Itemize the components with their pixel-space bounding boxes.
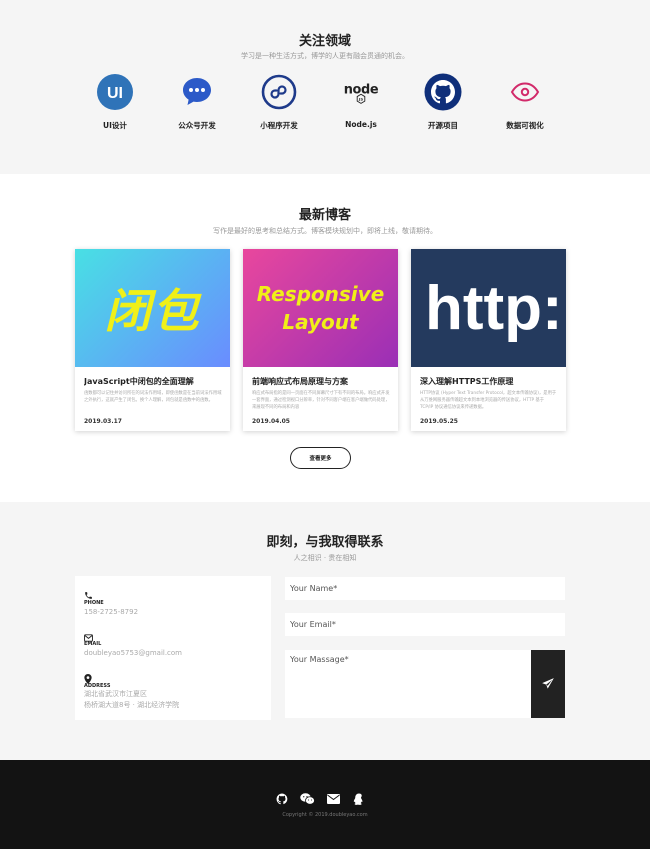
email-label: EMAIL [84,641,102,647]
focus-label: 数据可视化 [506,121,544,130]
blog-card-title[interactable]: 深入理解HTTPS工作原理 [420,376,560,387]
contact-subtitle: 人之相识 · 贵在相知 [293,554,357,562]
node-logo-text: node [344,83,379,98]
send-button[interactable] [531,650,565,718]
blog-card-date: 2019.03.17 [84,418,122,425]
footer [0,760,650,849]
responsive-image-text: Responsive [256,282,385,306]
contact-info-card: PHONE 158-2725-8792 EMAIL doubleyao5753@… [75,576,271,720]
focus-item-nodejs[interactable]: node JS Node.js [321,73,401,129]
name-input[interactable] [285,577,565,600]
focus-item-opensource[interactable]: 开源项目 [403,73,483,131]
mail-icon[interactable] [326,792,340,806]
eye-icon [506,73,544,111]
qq-icon[interactable] [352,792,366,806]
blog-subtitle: 写作是最好的思考和总结方式。博客模块规划中，即将上线，敬请期待。 [213,227,437,235]
focus-label: Node.js [345,120,377,129]
focus-label: 公众号开发 [178,121,216,130]
blog-card-image: http: [411,249,566,367]
blog-card-title[interactable]: 前端响应式布局原理与方案 [252,376,392,387]
blog-title: 最新博客 [298,208,351,223]
contact-title: 即刻，与我取得联系 [266,535,384,550]
chat-bubble-icon [178,73,216,111]
focus-item-dataviz[interactable]: 数据可视化 [485,73,565,131]
ui-icon-text: UI [107,85,123,102]
location-pin-icon [84,669,93,684]
http-image-text: http: [425,273,563,343]
blog-card-excerpt: HTTP协议 (Hyper Text Transfer Protocol，超文本… [420,391,557,410]
blog-card-excerpt: 函数都可以记住并访问所在的词法作用域，即使函数是在当前词法作用域之外执行，这就产… [84,391,222,403]
phone-value: 158-2725-8792 [84,608,139,616]
email-input[interactable] [285,613,565,636]
copyright-text: Copyright © 2019.doubleyao.com [282,812,368,818]
github-icon [424,73,462,111]
message-textarea[interactable] [285,650,531,718]
blog-card-date: 2019.04.05 [252,418,290,425]
mail-icon [84,627,93,642]
blog-card[interactable]: Responsive Layout 前端响应式布局原理与方案 响应式布局指的是同… [243,249,398,431]
layout-image-text: Layout [282,310,359,334]
address-line-1: 湖北省武汉市江夏区 [84,690,147,698]
email-value: doubleyao5753@gmail.com [84,649,183,657]
ui-design-icon: UI [96,73,134,111]
address-line-2: 杨桥湖大道8号 · 湖北经济学院 [84,701,180,709]
nodejs-logo-icon: node JS [342,73,380,111]
paper-plane-icon [542,678,554,689]
focus-subtitle: 学习是一种生活方式，博学的人更有融会贯通的机会。 [241,52,409,60]
github-icon[interactable] [275,792,289,806]
blog-card-title[interactable]: JavaScript中闭包的全面理解 [84,376,224,387]
phone-icon [84,585,93,599]
focus-item-ui[interactable]: UI UI设计 [75,73,155,131]
focus-label: UI设计 [103,121,127,130]
wechat-icon[interactable] [299,792,315,806]
focus-label: 开源项目 [428,121,458,130]
mini-program-icon [260,73,298,111]
view-more-button[interactable]: 查看更多 [290,447,351,469]
blog-card[interactable]: http: 深入理解HTTPS工作原理 HTTP协议 (Hyper Text T… [411,249,566,431]
node-logo-badge: JS [358,97,363,102]
blog-card-date: 2019.05.25 [420,418,458,425]
blog-card-excerpt: 响应式布局指的是同一页面在不同屏幕尺寸下有不同的布局。响应式开发一套界面，通过检… [252,391,390,410]
blog-card-image: 闭包 [75,249,230,367]
focus-item-mini-program[interactable]: 小程序开发 [239,73,319,131]
blog-card-image: Responsive Layout [243,249,398,367]
blog-card[interactable]: 闭包 JavaScript中闭包的全面理解 函数都可以记住并访问所在的词法作用域… [75,249,230,431]
closure-image-text: 闭包 [104,284,201,338]
phone-label: PHONE [84,600,104,606]
focus-label: 小程序开发 [260,121,298,130]
focus-item-wechat[interactable]: 公众号开发 [157,73,237,131]
focus-title: 关注领域 [298,34,351,49]
